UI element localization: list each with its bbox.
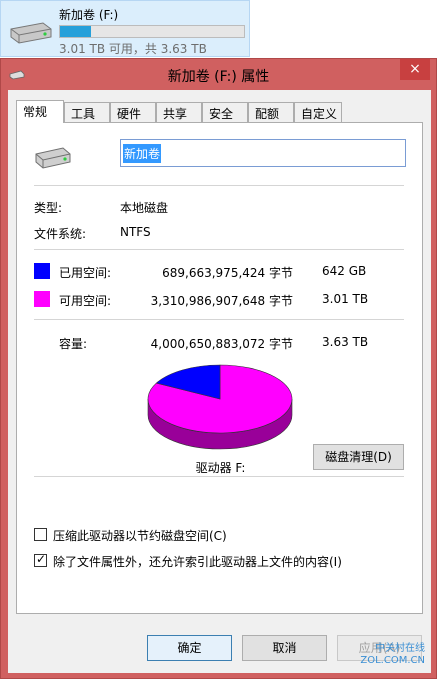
tab-general[interactable]: 常规 <box>16 100 64 123</box>
divider <box>34 185 404 186</box>
properties-window: 新加卷 (F:) 属性 × 常规 工具 硬件 共享 安全 配额 自定义 新加卷 <box>0 58 437 679</box>
divider <box>34 249 404 250</box>
disk-usage-pie <box>147 364 293 450</box>
dialog-client: 常规 工具 硬件 共享 安全 配额 自定义 新加卷 类型: 本地磁盘 文件系统:… <box>8 90 431 673</box>
free-space-label: 可用空间: <box>59 294 112 308</box>
divider <box>34 476 404 477</box>
tab-hardware[interactable]: 硬件 <box>110 102 156 122</box>
drive-usage-bar <box>59 25 245 38</box>
free-space-bytes: 3,310,986,907,648 字节 <box>150 294 293 308</box>
volume-name-input[interactable]: 新加卷 <box>120 139 406 167</box>
close-button[interactable]: × <box>400 59 430 80</box>
capacity-bytes: 4,000,650,883,072 字节 <box>150 337 293 351</box>
general-panel: 新加卷 类型: 本地磁盘 文件系统: NTFS 已用空间: 689,663,97… <box>16 122 423 614</box>
drive-tile[interactable]: 新加卷 (F:) 3.01 TB 可用，共 3.63 TB <box>0 0 250 57</box>
tab-customize[interactable]: 自定义 <box>294 102 342 122</box>
tab-tools[interactable]: 工具 <box>64 102 110 122</box>
index-label[interactable]: 除了文件属性外，还允许索引此驱动器上文件的内容(I) <box>53 553 342 570</box>
tab-quota[interactable]: 配额 <box>248 102 294 122</box>
drive-name: 新加卷 (F:) <box>59 8 119 22</box>
capacity-label: 容量: <box>59 337 88 351</box>
drive-free-text: 3.01 TB 可用，共 3.63 TB <box>59 42 207 56</box>
disk-cleanup-button[interactable]: 磁盘清理(D) <box>313 444 404 470</box>
filesystem-value: NTFS <box>120 225 151 239</box>
capacity-size: 3.63 TB <box>322 335 369 349</box>
compress-label[interactable]: 压缩此驱动器以节约磁盘空间(C) <box>53 527 227 544</box>
drive-usage-fill <box>60 26 92 37</box>
tab-security[interactable]: 安全 <box>202 102 248 122</box>
used-space-label: 已用空间: <box>59 266 112 280</box>
used-space-swatch <box>34 263 50 279</box>
free-space-size: 3.01 TB <box>322 292 369 306</box>
checkmark-icon: ✓ <box>36 552 47 566</box>
divider <box>34 319 404 320</box>
tab-sharing[interactable]: 共享 <box>156 102 202 122</box>
filesystem-label: 文件系统: <box>34 227 87 241</box>
index-checkbox[interactable]: ✓ <box>34 552 47 567</box>
close-icon: × <box>409 61 421 77</box>
watermark-logo: 中关村在线 ZOL.COM.CN <box>360 643 425 666</box>
type-value: 本地磁盘 <box>120 201 169 215</box>
type-label: 类型: <box>34 201 63 215</box>
hard-drive-icon <box>33 145 73 174</box>
used-space-size: 642 GB <box>322 264 367 278</box>
ok-button[interactable]: 确定 <box>147 635 232 661</box>
free-space-swatch <box>34 291 50 307</box>
cancel-button[interactable]: 取消 <box>242 635 327 661</box>
compress-checkbox[interactable] <box>34 528 47 541</box>
window-title: 新加卷 (F:) 属性 <box>167 69 270 85</box>
title-bar[interactable]: 新加卷 (F:) 属性 × <box>1 59 436 90</box>
volume-name-selected-text: 新加卷 <box>123 144 162 163</box>
used-space-bytes: 689,663,975,424 字节 <box>162 266 293 280</box>
hard-drive-icon <box>7 21 53 48</box>
